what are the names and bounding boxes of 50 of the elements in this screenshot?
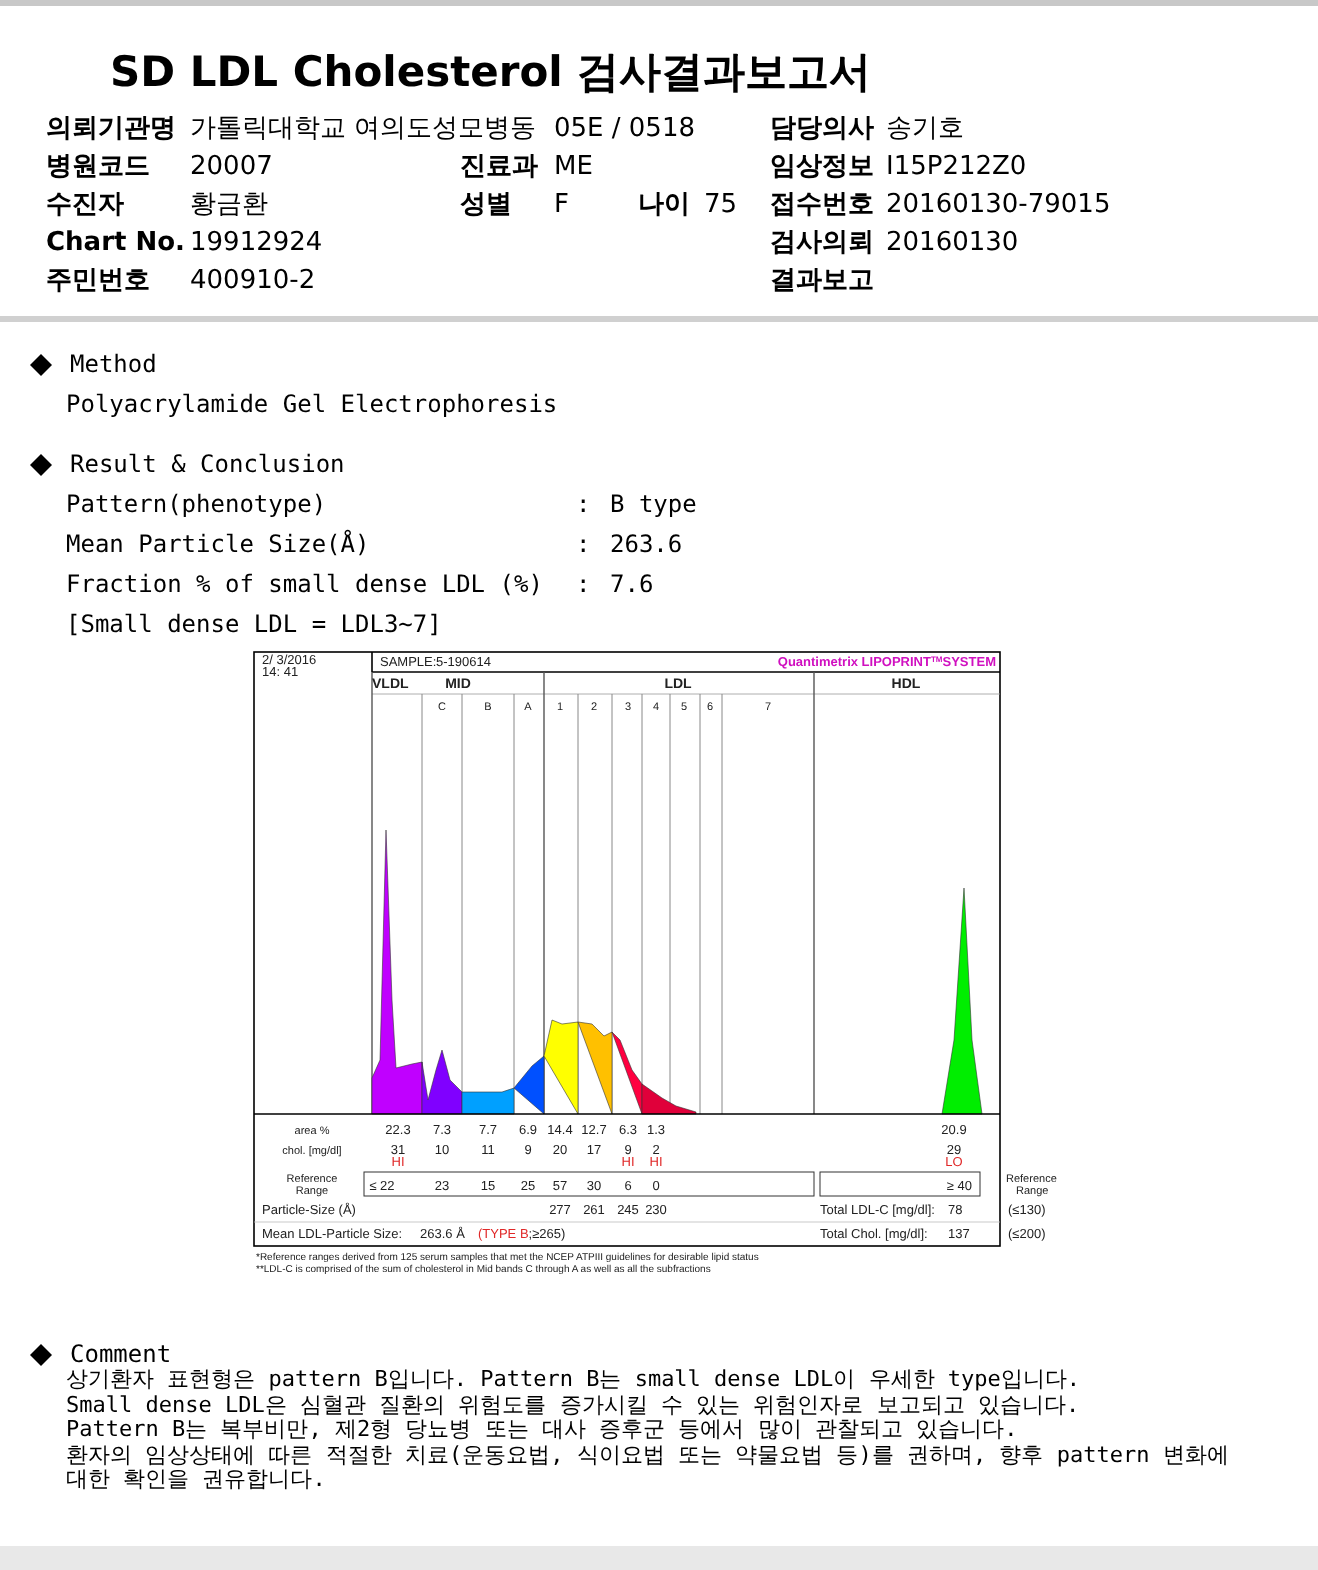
field-label: 진료과 — [460, 150, 538, 186]
field-value: 가톨릭대학교 여의도성모병동 — [190, 112, 537, 148]
separator-text: : — [576, 568, 593, 600]
field-label: 주민번호 — [46, 264, 150, 300]
field-label: 나이 — [638, 188, 690, 224]
field-value: 20007 — [190, 150, 273, 186]
section-heading: Result & Conclusion — [70, 448, 345, 480]
field-value: ME — [554, 150, 593, 186]
result-value: 263.6 — [610, 528, 683, 560]
result-label: Fraction % of small dense LDL (%) — [66, 568, 545, 600]
field-label: 병원코드 — [46, 150, 150, 186]
comment-line: Pattern B는 복부비만, 제2형 당뇨병 또는 대사 증후군 등에서 많이 관찰되고 있습니다. — [66, 1418, 1018, 1443]
separator-text: : — [576, 528, 593, 560]
field-label: Chart No. — [46, 226, 185, 262]
field-value: 황금환 — [190, 188, 268, 224]
field-value: F — [554, 188, 569, 224]
result-note: [Small dense LDL = LDL3~7] — [66, 608, 442, 640]
comment-line: 상기환자 표현형은 pattern B입니다. Pattern B는 small dense LDL이 우세한 type입니다. — [66, 1368, 1081, 1393]
field-label: 검사의뢰 — [770, 226, 874, 262]
field-value: I15P212Z0 — [886, 150, 1027, 186]
field-value: 20160130 — [886, 226, 1019, 262]
method-text: Polyacrylamide Gel Electrophoresis — [66, 388, 558, 420]
section-heading: Comment — [70, 1340, 172, 1368]
field-value: 75 — [704, 188, 738, 224]
field-value: 400910-2 — [190, 264, 316, 300]
field-value: 05E / 0518 — [554, 112, 695, 148]
diamond-bullet-icon — [30, 353, 52, 375]
comment-line: 환자의 임상상태에 따른 적절한 치료(운동요법, 식이요법 또는 약물요법 등)를 권하며, 향후 pattern 변화에 — [66, 1443, 1229, 1468]
result-value: 7.6 — [610, 568, 654, 600]
field-value: 송기호 — [886, 112, 964, 148]
field-label: 담당의사 — [770, 112, 874, 148]
field-label: 임상정보 — [770, 150, 874, 186]
field-label: 의뢰기관명 — [46, 112, 176, 148]
report-title: SD LDL Cholesterol 검사결과보고서 — [110, 46, 872, 98]
result-label: Pattern(phenotype) — [66, 488, 329, 520]
field-value: 20160130-79015 — [886, 188, 1111, 224]
band-peak — [577, 1021, 613, 1115]
comment-line: Small dense LDL은 심혈관 질환의 위험도를 증가시킬 수 있는 위험인자로 보고되고 있습니다. — [66, 1393, 1080, 1418]
section-heading: Method — [70, 348, 157, 380]
field-label: 접수번호 — [770, 188, 874, 224]
diamond-bullet-icon — [30, 453, 52, 475]
field-label: 결과보고 — [770, 264, 874, 300]
field-label: 수진자 — [46, 188, 124, 224]
result-value: B type — [610, 488, 697, 520]
comment-line: 대한 확인을 권유합니다. — [66, 1468, 326, 1493]
field-value: 19912924 — [190, 226, 323, 262]
separator-text: : — [576, 488, 593, 520]
diamond-bullet-icon — [30, 1343, 52, 1365]
result-label: Mean Particle Size(Å) — [66, 528, 372, 560]
field-label: 성별 — [460, 188, 512, 224]
